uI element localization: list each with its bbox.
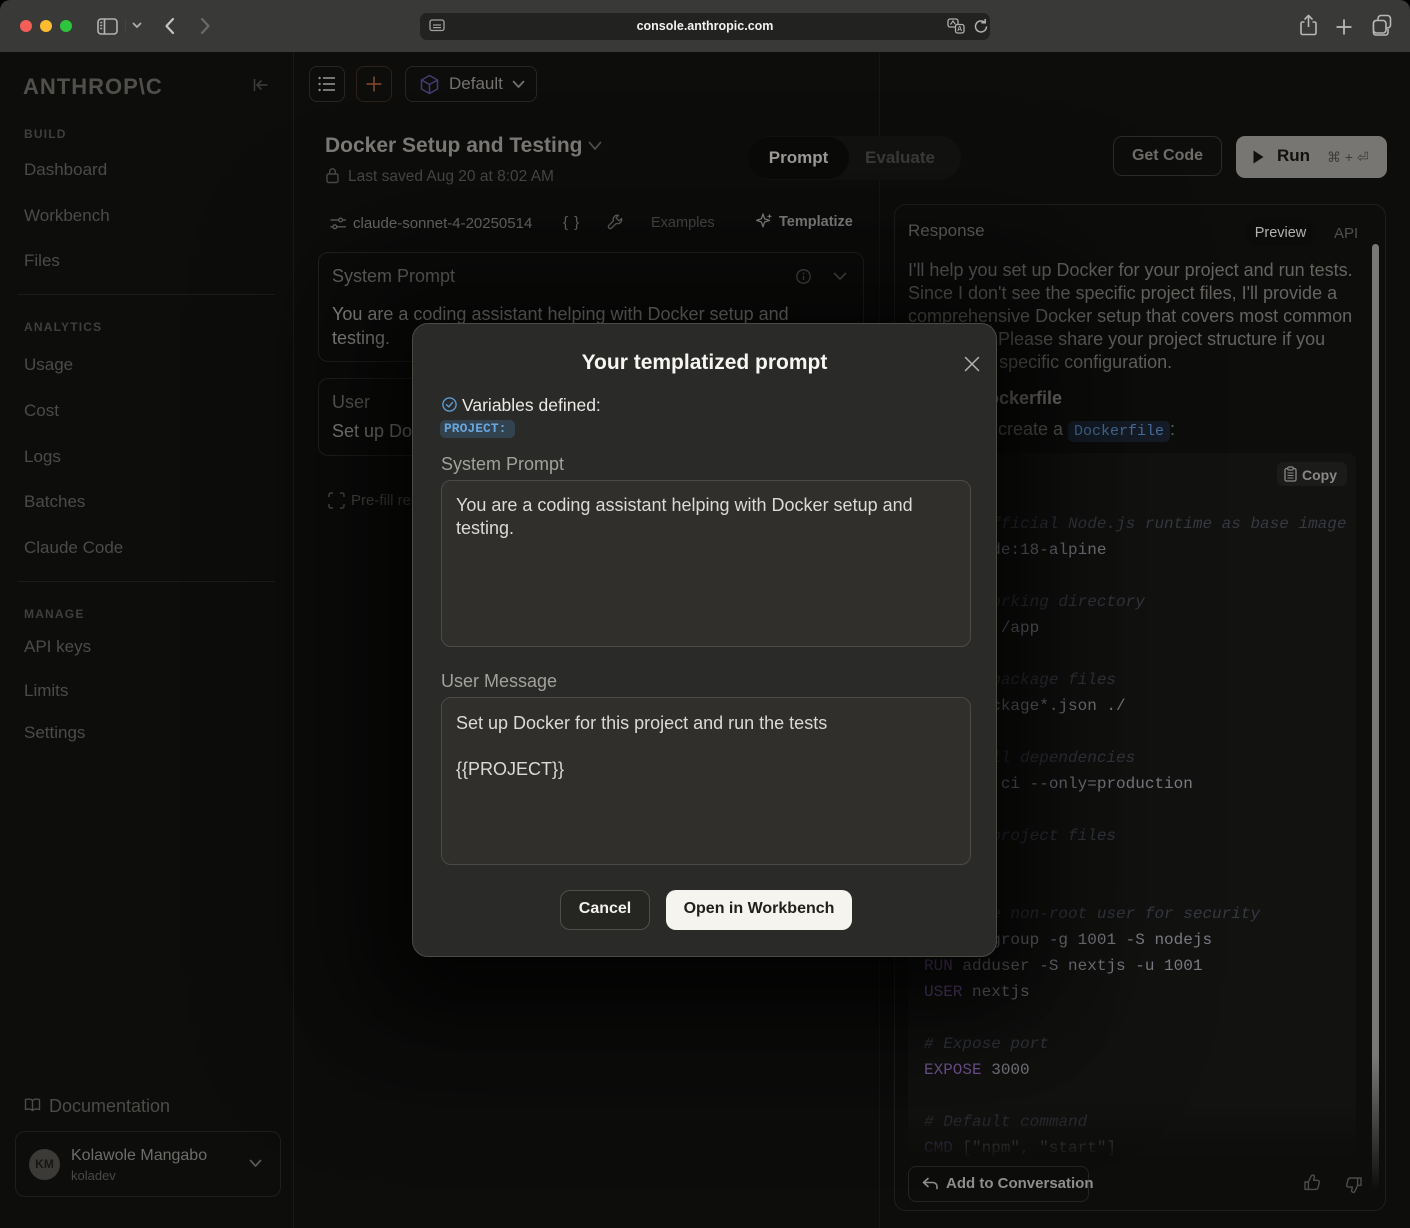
svg-text:A: A: [957, 26, 962, 33]
